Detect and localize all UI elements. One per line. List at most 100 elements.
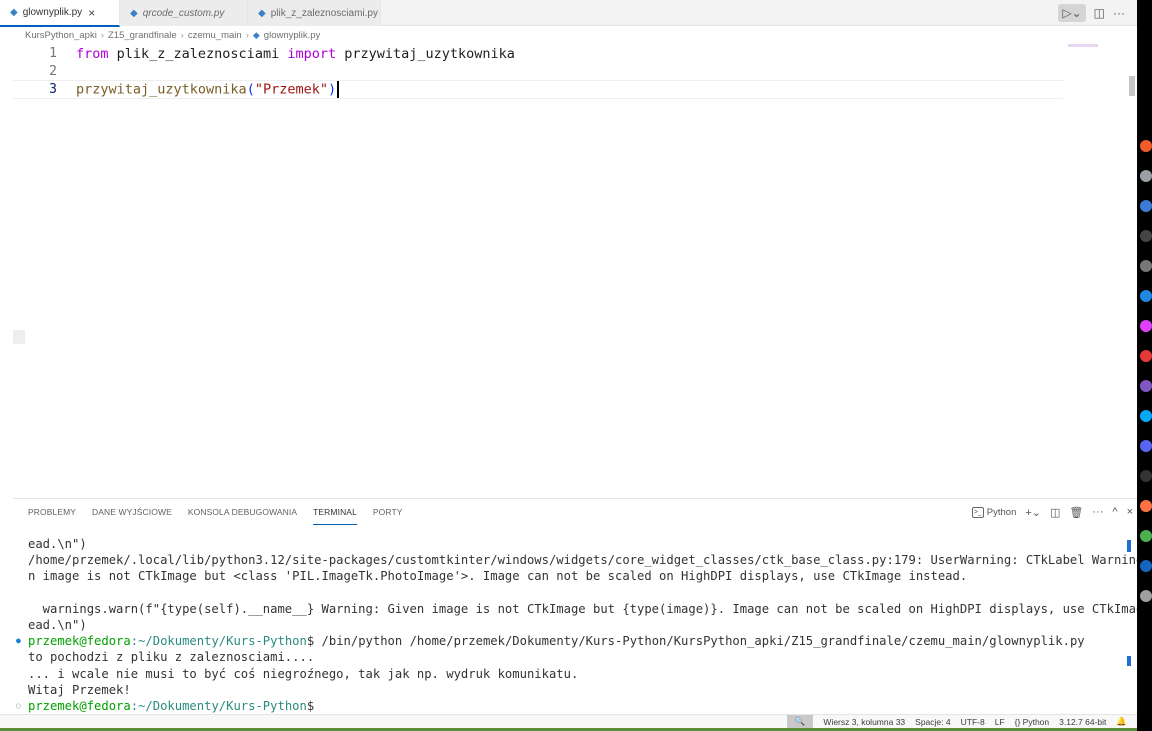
terminal-app-icon[interactable]: [1140, 230, 1152, 242]
text-cursor: [337, 81, 340, 98]
maximize-panel-icon[interactable]: ^: [1112, 506, 1117, 518]
split-editor-icon[interactable]: ◫: [1094, 6, 1105, 20]
python-file-icon: ◆: [130, 7, 138, 19]
code-text: from plik_z_zaleznosciami import przywit…: [76, 46, 515, 62]
prompt-user: przemek@fedora: [28, 634, 131, 649]
terminal-scrollbar[interactable]: [1127, 540, 1131, 552]
code-token: (: [246, 81, 255, 98]
chevron-right-icon: ›: [100, 29, 104, 41]
editor-tab-bar: ◆ glownyplik.py × ◆ qrcode_custom.py ◆ p…: [0, 0, 1137, 27]
files-icon[interactable]: [1140, 170, 1152, 182]
tab-output[interactable]: DANE WYJŚCIOWE: [92, 499, 172, 525]
prompt-path: :~/Dokumenty/Kurs-Python: [130, 699, 307, 713]
calendar-icon[interactable]: [1140, 350, 1152, 362]
tab-terminal[interactable]: TERMINAL: [313, 499, 357, 525]
editor-actions: ▷⌄ ◫ ···: [1058, 0, 1125, 26]
prompt-command: $ /bin/python /home/przemek/Dokumenty/Ku…: [306, 634, 1085, 649]
terminal-icon: >_: [971, 506, 984, 518]
gutter-marker: [13, 330, 25, 344]
new-terminal-icon[interactable]: +⌄: [1025, 506, 1041, 519]
python-interpreter[interactable]: 3.12.7 64-bit: [1059, 717, 1106, 727]
app-icon[interactable]: [1140, 410, 1152, 422]
bell-icon[interactable]: 🔔: [1116, 716, 1127, 727]
clock-icon[interactable]: [1140, 260, 1152, 272]
cloud-icon[interactable]: [1140, 290, 1152, 302]
tab-glownyplik[interactable]: ◆ glownyplik.py ×: [0, 0, 120, 27]
app-icon[interactable]: [1140, 530, 1152, 542]
language-mode[interactable]: {} Python: [1015, 717, 1050, 727]
code-token: przywitaj_uzytkownika: [336, 45, 515, 62]
tab-ports[interactable]: PORTY: [373, 499, 403, 525]
split-terminal-icon[interactable]: ◫: [1050, 506, 1060, 519]
vscode-icon[interactable]: [1140, 200, 1152, 212]
panel-actions: >_ Python +⌄ ◫ 🗑 ··· ^ ×: [971, 499, 1133, 525]
terminal-line: ... i wcale nie musi to być coś niegroźn…: [28, 666, 579, 681]
code-token: przywitaj_uzytkownika: [76, 81, 247, 98]
code-token: ): [327, 81, 337, 98]
breadcrumb-item[interactable]: Z15_grandfinale: [108, 30, 177, 41]
trash-icon[interactable]: 🗑: [1069, 506, 1083, 519]
app-icon[interactable]: [1140, 320, 1152, 332]
indentation[interactable]: Spacje: 4: [915, 717, 950, 727]
cursor-position[interactable]: Wiersz 3, kolumna 33: [823, 717, 905, 727]
discord-icon[interactable]: [1140, 440, 1152, 452]
code-line-current[interactable]: 3 przywitaj_uzytkownika("Przemek"): [13, 80, 1063, 99]
end-of-line[interactable]: LF: [995, 717, 1005, 727]
encoding[interactable]: UTF-8: [961, 717, 985, 727]
minimap[interactable]: [1068, 44, 1098, 47]
bottom-panel: PROBLEMY DANE WYJŚCIOWE KONSOLA DEBUGOWA…: [13, 498, 1151, 714]
zoom-icon[interactable]: 🔍: [786, 714, 814, 729]
editor-scrollbar[interactable]: [1129, 76, 1135, 96]
code-token: from: [76, 45, 109, 62]
close-icon[interactable]: ×: [88, 6, 95, 20]
breadcrumb-item[interactable]: KursPython_apki: [25, 30, 97, 41]
panel-tab-bar: PROBLEMY DANE WYJŚCIOWE KONSOLA DEBUGOWA…: [13, 499, 1137, 525]
prompt-user: przemek@fedora: [28, 699, 131, 713]
run-python-file-button[interactable]: ▷⌄: [1058, 4, 1086, 22]
terminal-line: /home/przemek/.local/lib/python3.12/site…: [28, 553, 1152, 568]
terminal-selector[interactable]: >_ Python: [971, 506, 1017, 518]
breadcrumb-item[interactable]: glownyplik.py: [264, 30, 321, 41]
terminal-line: ead.\n"): [28, 537, 87, 551]
breadcrumb: KursPython_apki › Z15_grandfinale › czem…: [0, 27, 1137, 43]
chevron-right-icon: ›: [180, 29, 184, 41]
command-pending-icon: ○: [16, 701, 21, 710]
command-success-icon[interactable]: ●: [16, 633, 21, 649]
tab-problems[interactable]: PROBLEMY: [28, 499, 76, 525]
app-icon[interactable]: [1140, 470, 1152, 482]
tab-label: glownyplik.py: [22, 7, 83, 18]
terminal-line: ead.\n"): [28, 618, 87, 632]
desktop-dock: [1137, 0, 1152, 731]
tab-debug-console[interactable]: KONSOLA DEBUGOWANIA: [188, 499, 297, 525]
terminal-prompt: przemek@fedora:~/Dokumenty/Kurs-Python$: [28, 698, 314, 714]
app-icon[interactable]: [1140, 590, 1152, 602]
python-file-icon: ◆: [252, 29, 260, 40]
code-line[interactable]: 1 from plik_z_zaleznosciami import przyw…: [13, 44, 1063, 63]
code-token: import: [287, 45, 337, 62]
tab-qrcode-custom[interactable]: ◆ qrcode_custom.py: [120, 0, 248, 26]
terminal-line: to pochodzi z pliku z zaleznosciami....: [28, 650, 315, 665]
code-editor[interactable]: 1 from plik_z_zaleznosciami import przyw…: [13, 44, 1135, 498]
code-line[interactable]: 2: [13, 62, 1063, 81]
more-actions-icon[interactable]: ···: [1113, 6, 1125, 20]
prompt-path: :~/Dokumenty/Kurs-Python: [130, 634, 307, 649]
browser-icon[interactable]: [1140, 140, 1152, 152]
close-icon[interactable]: ×: [1127, 506, 1133, 518]
status-bar: 🔍 Wiersz 3, kolumna 33 Spacje: 4 UTF-8 L…: [0, 714, 1137, 729]
python-file-icon: ◆: [258, 7, 266, 19]
terminal-line: warnings.warn(f"{type(self).__name__} Wa…: [28, 601, 1152, 616]
terminal-scroll-marker: [1127, 656, 1131, 666]
line-number: 3: [49, 82, 57, 97]
code-text: przywitaj_uzytkownika("Przemek"): [76, 81, 340, 98]
app-icon[interactable]: [1140, 380, 1152, 392]
code-token: "Przemek": [254, 81, 328, 98]
more-actions-icon[interactable]: ···: [1092, 506, 1103, 518]
line-number: 2: [49, 64, 57, 79]
breadcrumb-item[interactable]: czemu_main: [188, 30, 242, 41]
tab-label: plik_z_zaleznosciami.py: [270, 7, 378, 19]
terminal-name: Python: [986, 506, 1017, 518]
tab-plik-z-zaleznosciami[interactable]: ◆ plik_z_zaleznosciami.py: [248, 0, 381, 26]
app-icon[interactable]: [1140, 560, 1152, 572]
terminal-line: n image is not CTkImage but <class 'PIL.…: [28, 569, 968, 584]
app-icon[interactable]: [1140, 500, 1152, 512]
